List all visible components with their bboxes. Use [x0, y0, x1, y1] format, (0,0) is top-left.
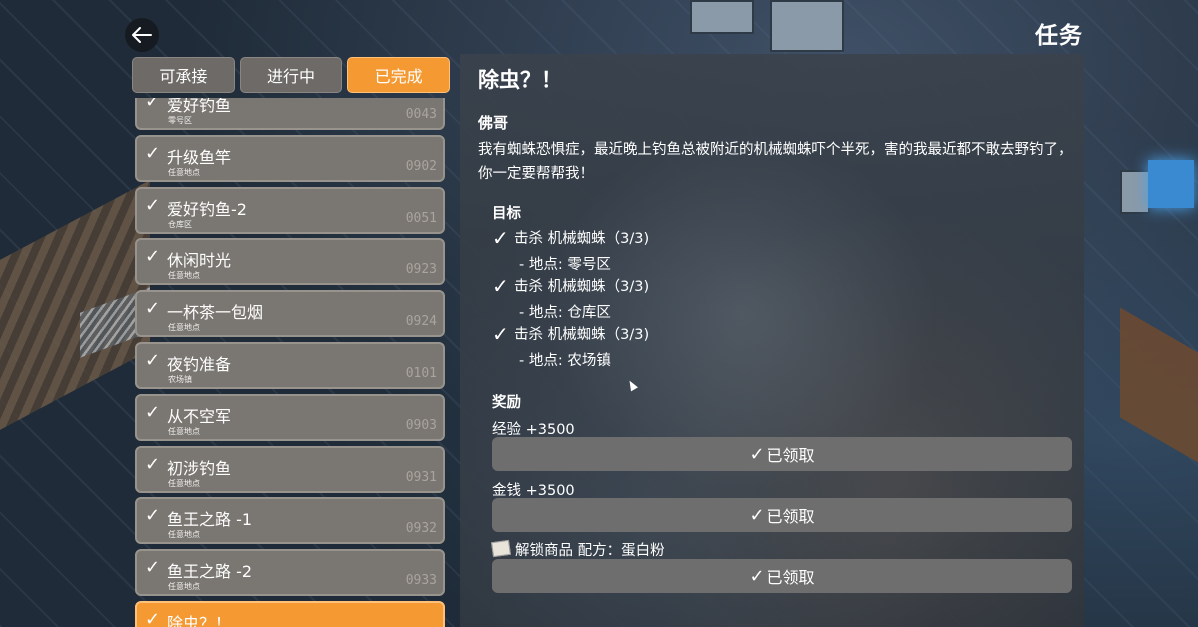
- arrow-left-icon: [132, 27, 152, 43]
- tab-available[interactable]: 可承接: [132, 57, 235, 93]
- quest-list[interactable]: ✓ 爱好钓鱼 零号区 0043 ✓ 升级鱼竿 任意地点 0902 ✓ 爱好钓鱼-2 仓库区 0051 ✓…: [135, 98, 445, 627]
- objective-text: 击杀 机械蜘蛛（3/3): [514, 231, 650, 247]
- reward-button-label: 已领取: [766, 507, 815, 526]
- objective-item: ✓ 击杀 机械蜘蛛（3/3) - 地点: 仓库区: [492, 274, 649, 322]
- checkmark-icon: ✓: [145, 142, 161, 164]
- quest-code: 0903: [405, 417, 437, 433]
- quest-title: 除虫？！: [478, 68, 562, 92]
- quest-location: 任意地点: [168, 478, 200, 488]
- tab-in-progress[interactable]: 进行中: [239, 57, 343, 93]
- checkmark-icon: ✓: [145, 298, 161, 320]
- quest-name: 除虫？！: [167, 613, 232, 627]
- quest-location: 任意地点: [168, 582, 200, 592]
- checkmark-icon: ✓: [145, 505, 161, 527]
- quest-code: 0051: [405, 210, 437, 226]
- reward-claimed-button[interactable]: ✓ 已领取: [492, 498, 1072, 532]
- reward-name: 经验 +3500: [492, 422, 575, 438]
- background-monitor: [1148, 160, 1194, 208]
- checkmark-icon: ✓: [145, 349, 161, 371]
- background-crate: [770, 0, 844, 52]
- quest-tabs: 可承接 进行中 已完成: [132, 57, 450, 95]
- quest-list-item[interactable]: ✓ 鱼王之路 -2 任意地点 0933: [135, 549, 445, 597]
- rewards-heading: 奖励: [492, 395, 521, 411]
- checkmark-icon: ✓: [145, 401, 161, 423]
- background-crate: [690, 0, 754, 34]
- quest-name: 爱好钓鱼: [167, 98, 232, 115]
- back-button[interactable]: [125, 18, 159, 52]
- quest-list-item[interactable]: ✓ 休闲时光 任意地点 0923: [135, 238, 445, 286]
- checkmark-icon: ✓: [749, 443, 765, 465]
- quest-location: 零号区: [168, 116, 192, 125]
- reward-button-label: 已领取: [766, 568, 815, 587]
- checkmark-icon: ✓: [145, 246, 161, 268]
- checkmark-icon: ✓: [492, 226, 509, 250]
- quest-code: 0931: [405, 469, 437, 485]
- reward-item: 解锁商品 配方：蛋白粉: [491, 539, 665, 560]
- objective-text: 击杀 机械蜘蛛（3/3): [514, 327, 650, 343]
- quest-name: 鱼王之路 -2: [167, 562, 253, 582]
- background-desk: [1120, 307, 1198, 463]
- checkmark-icon: ✓: [145, 608, 161, 627]
- quest-name: 夜钓准备: [167, 354, 232, 374]
- quest-location: 农场镇: [168, 374, 192, 384]
- quest-location: 任意地点: [168, 426, 200, 436]
- quest-code: 0933: [405, 573, 437, 589]
- quest-list-item[interactable]: ✓ 从不空军 任意地点 0903: [135, 393, 445, 441]
- reward-button-label: 已领取: [766, 446, 815, 465]
- quest-panel: 可承接 进行中 已完成 ✓ 爱好钓鱼 零号区 0043 ✓ 升级鱼竿 任意地点 0902 ✓ 爱好…: [130, 54, 450, 627]
- quest-location: 任意地点: [168, 530, 200, 540]
- quest-code: 0932: [405, 521, 437, 537]
- checkmark-icon: ✓: [145, 453, 161, 475]
- quest-location: 任意地点: [168, 167, 200, 177]
- reward-name: 金钱 +3500: [492, 483, 575, 499]
- objective-text: 击杀 机械蜘蛛（3/3): [514, 279, 650, 295]
- quest-code: 0043: [405, 107, 437, 122]
- recipe-paper-icon: [491, 539, 511, 558]
- quest-code: 0101: [405, 365, 437, 381]
- objective-location: - 地点: 农场镇: [519, 353, 611, 369]
- quest-name: 升级鱼竿: [167, 147, 232, 167]
- objective-item: ✓ 击杀 机械蜘蛛（3/3) - 地点: 零号区: [492, 226, 649, 274]
- checkmark-icon: ✓: [749, 504, 765, 526]
- quest-list-item[interactable]: ✓ 升级鱼竿 任意地点 0902: [135, 134, 445, 182]
- quest-name: 爱好钓鱼-2: [167, 199, 247, 219]
- quest-location: 任意地点: [168, 323, 200, 333]
- reward-claimed-button[interactable]: ✓ 已领取: [492, 437, 1072, 471]
- quest-list-item[interactable]: ✓ 爱好钓鱼-2 仓库区 0051: [135, 186, 445, 234]
- quest-description: 我有蜘蛛恐惧症，最近晚上钓鱼总被附近的机械蜘蛛吓个半死，害的我最近都不敢去野钓了…: [478, 142, 1073, 182]
- objectives-heading: 目标: [492, 206, 521, 222]
- quest-name: 一杯茶一包烟: [167, 303, 264, 323]
- quest-list-item[interactable]: ✓ 一杯茶一包烟 任意地点 0924: [135, 290, 445, 338]
- quest-code: 0923: [405, 262, 437, 278]
- quest-location: 仓库区: [168, 219, 192, 229]
- reward-claimed-button[interactable]: ✓ 已领取: [492, 559, 1072, 593]
- quest-list-item[interactable]: ✓ 夜钓准备 农场镇 0101: [135, 341, 445, 389]
- objective-item: ✓ 击杀 机械蜘蛛（3/3) - 地点: 农场镇: [492, 322, 649, 370]
- quest-location: 任意地点: [168, 271, 200, 281]
- checkmark-icon: ✓: [145, 194, 161, 216]
- quest-code: 0902: [405, 158, 437, 174]
- objective-location: - 地点: 仓库区: [519, 305, 611, 321]
- quest-list-item[interactable]: ✓ 鱼王之路 -1 任意地点 0932: [135, 497, 445, 545]
- objective-location: - 地点: 零号区: [519, 257, 611, 273]
- quest-list-item[interactable]: ✓ 初涉钓鱼 任意地点 0931: [135, 445, 445, 493]
- checkmark-icon: ✓: [492, 322, 509, 346]
- quest-name: 鱼王之路 -1: [167, 510, 253, 530]
- page-title: 任务: [1035, 23, 1083, 49]
- quest-giver: 佛哥: [478, 114, 509, 132]
- reward-name: 解锁商品 配方：蛋白粉: [515, 543, 665, 559]
- quest-name: 休闲时光: [167, 251, 232, 271]
- background-crate: [1120, 170, 1150, 214]
- quest-list-item[interactable]: ✓ 除虫？！: [135, 600, 445, 627]
- quest-list-item[interactable]: ✓ 爱好钓鱼 零号区 0043: [135, 98, 445, 130]
- quest-code: 0924: [405, 314, 437, 330]
- checkmark-icon: ✓: [145, 98, 161, 112]
- checkmark-icon: ✓: [492, 274, 509, 298]
- tab-completed[interactable]: 已完成: [347, 57, 450, 93]
- checkmark-icon: ✓: [145, 557, 161, 579]
- checkmark-icon: ✓: [749, 565, 765, 587]
- quest-detail-panel: 除虫？！ 佛哥 我有蜘蛛恐惧症，最近晚上钓鱼总被附近的机械蜘蛛吓个半死，害的我最…: [460, 54, 1084, 627]
- quest-name: 从不空军: [167, 406, 232, 426]
- quest-name: 初涉钓鱼: [167, 458, 232, 478]
